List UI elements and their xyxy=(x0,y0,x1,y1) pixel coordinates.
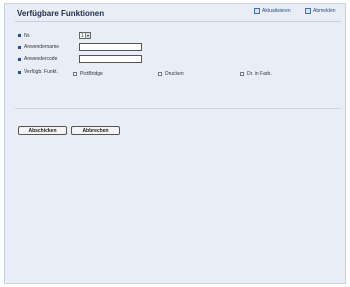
logout-label: Abmelden xyxy=(313,8,336,14)
refresh-link[interactable]: Aktualisieren xyxy=(254,8,291,14)
logout-icon xyxy=(305,8,311,14)
logout-link[interactable]: Abmelden xyxy=(305,8,336,14)
functions-row: Verfügb. Funkt. xyxy=(18,69,79,75)
bullet-icon xyxy=(18,57,21,61)
user-code-row: Anwendercode xyxy=(18,55,142,63)
function-label: Drucken xyxy=(165,71,184,77)
bullet-icon xyxy=(18,45,21,49)
bullet-icon xyxy=(18,70,21,74)
function-checkbox-color-print[interactable]: Dr. in Farb. xyxy=(240,71,272,77)
refresh-label: Aktualisieren xyxy=(262,8,291,14)
function-checkbox-pictbridge[interactable]: PictBridge xyxy=(73,71,103,77)
function-label: Dr. in Farb. xyxy=(247,71,272,77)
form-divider xyxy=(15,108,341,109)
submit-button[interactable]: Abschicken xyxy=(18,126,67,135)
refresh-icon xyxy=(254,8,260,14)
content-panel: Verfügbare Funktionen Aktualisieren Abme… xyxy=(4,3,346,284)
checkbox-icon[interactable] xyxy=(158,72,162,76)
page-title: Verfügbare Funktionen xyxy=(17,9,105,18)
cancel-button[interactable]: Abbrechen xyxy=(71,126,120,135)
functions-label: Verfügb. Funkt. xyxy=(24,69,58,75)
user-name-row: Anwendername xyxy=(18,43,142,51)
user-code-label: Anwendercode xyxy=(24,56,58,62)
user-code-input[interactable] xyxy=(79,55,142,63)
function-checkbox-drucken[interactable]: Drucken xyxy=(158,71,184,77)
function-label: PictBridge xyxy=(80,71,103,77)
checkbox-icon[interactable] xyxy=(73,72,77,76)
checkbox-icon[interactable] xyxy=(240,72,244,76)
user-name-label: Anwendername xyxy=(24,44,60,50)
bullet-icon xyxy=(18,34,21,37)
chevron-down-icon: ▾ xyxy=(85,33,90,38)
nr-label: Nr. xyxy=(24,32,31,39)
user-name-input[interactable] xyxy=(79,43,142,51)
title-divider xyxy=(15,21,341,22)
nr-select-value: 1 xyxy=(81,32,84,39)
nr-row: Nr. 1 ▾ xyxy=(18,32,91,39)
nr-select[interactable]: 1 ▾ xyxy=(79,32,91,39)
